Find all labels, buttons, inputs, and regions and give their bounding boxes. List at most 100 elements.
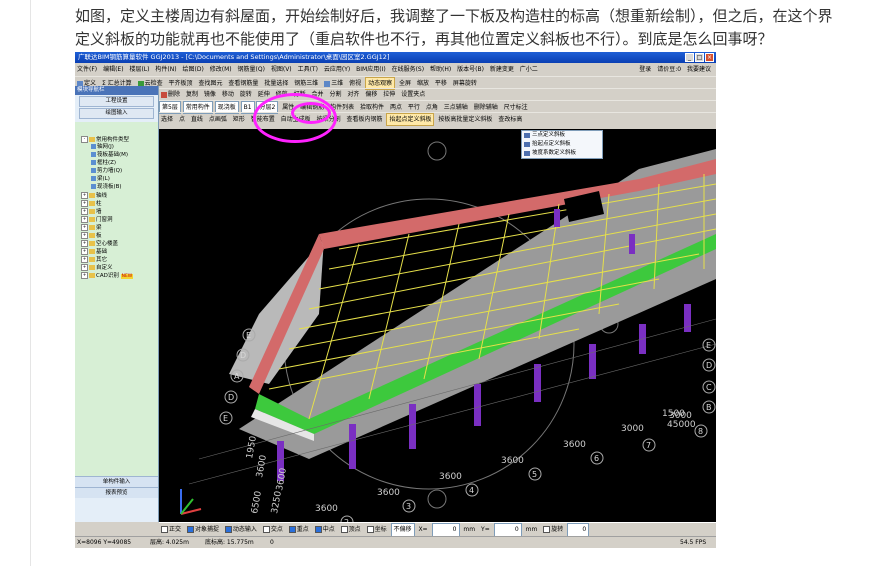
tree-foundation[interactable]: + 基础 bbox=[81, 248, 107, 256]
y-input[interactable]: 0 bbox=[493, 523, 522, 537]
tree-walls[interactable]: + 墙 bbox=[81, 208, 102, 216]
menu-modify[interactable]: 修改(M) bbox=[208, 64, 234, 75]
tb-mirror[interactable]: 镜像 bbox=[202, 89, 218, 100]
window-titlebar: 广联达BIM钢筋算量软件 GGJ2013 - [C:\Documents and… bbox=[75, 52, 716, 63]
menu-version[interactable]: 版本号(B) bbox=[455, 64, 486, 75]
menu-assistant[interactable]: 广小二 bbox=[518, 64, 540, 75]
close-button[interactable]: × bbox=[705, 53, 714, 62]
tree-hollow-floor[interactable]: + 空心楼盖 bbox=[81, 240, 118, 248]
snap-dynamic-input[interactable]: 动态输入 bbox=[223, 524, 259, 536]
minimize-button[interactable]: _ bbox=[685, 53, 694, 62]
menu-right: 登录 请价豆:0 我要建议 bbox=[637, 64, 713, 75]
new-badge: NEW bbox=[120, 274, 134, 279]
axis-label: 5 bbox=[532, 470, 537, 479]
tb-move[interactable]: 移动 bbox=[220, 89, 236, 100]
tb-copy[interactable]: 复制 bbox=[184, 89, 200, 100]
x-input[interactable]: 0 bbox=[431, 523, 460, 537]
menu-cloud[interactable]: 云应用(Y) bbox=[322, 64, 352, 75]
axis-gizmo bbox=[180, 489, 202, 515]
menu-component[interactable]: 构件(N) bbox=[153, 64, 178, 75]
feedback-link[interactable]: 我要建议 bbox=[685, 64, 713, 75]
tree-shear-wall[interactable]: 剪力墙(Q) bbox=[91, 168, 122, 175]
tb-delete[interactable]: 删除 bbox=[159, 89, 182, 100]
tb-line[interactable]: 直线 bbox=[189, 114, 205, 125]
dim-label: 1950 bbox=[245, 435, 259, 460]
tb-view-slab-rebar[interactable]: 查看板内钢筋 bbox=[345, 114, 385, 125]
menu-online[interactable]: 在线服务(S) bbox=[390, 64, 427, 75]
tree-grid[interactable]: 轴网(J) bbox=[91, 144, 114, 151]
tree-raft[interactable]: 筏板基础(M) bbox=[91, 152, 128, 159]
menu-floor[interactable]: 楼层(L) bbox=[127, 64, 151, 75]
menu-help[interactable]: 帮助(H) bbox=[428, 64, 453, 75]
tb-grip[interactable]: 设置夹点 bbox=[399, 89, 427, 100]
nav-report-preview[interactable]: 报表预览 bbox=[75, 487, 158, 498]
menu-bar: 文件(F) 编辑(E) 楼层(L) 构件(N) 绘图(D) 修改(M) 钢筋量(… bbox=[75, 64, 716, 75]
tree-beams[interactable]: + 梁 bbox=[81, 224, 102, 232]
maximize-button[interactable]: □ bbox=[695, 53, 704, 62]
question-text: 如图，定义主楼周边有斜屋面，开始绘制好后，我调整了一下板及构造柱的标高（想重新绘… bbox=[75, 5, 888, 51]
folder-icon bbox=[89, 225, 95, 230]
tb-define-sloped-slab[interactable]: 抬起点定义斜板 bbox=[386, 113, 435, 126]
tree-columns[interactable]: + 柱 bbox=[81, 200, 102, 208]
sloped-slab-menu: 三点定义斜板 抬起点定义斜板 坡度系数定义斜板 bbox=[521, 130, 603, 159]
tb-point[interactable]: 点 bbox=[177, 114, 187, 125]
menu-three-point-slope[interactable]: 三点定义斜板 bbox=[522, 131, 602, 140]
snap-vertex[interactable]: 顶点 bbox=[339, 524, 363, 536]
tree-axis[interactable]: + 轴线 bbox=[81, 192, 107, 200]
menu-view[interactable]: 视图(V) bbox=[269, 64, 294, 75]
snap-intersection[interactable]: 交点 bbox=[261, 524, 285, 536]
menu-bim[interactable]: BIM应用(I) bbox=[354, 64, 388, 75]
menu-file[interactable]: 文件(F) bbox=[75, 64, 99, 75]
tb-select[interactable]: 选择 bbox=[159, 114, 175, 125]
axis-label: D bbox=[240, 351, 246, 360]
orbit-handle-bottom bbox=[427, 489, 447, 509]
snap-object[interactable]: 对象捕捉 bbox=[185, 524, 221, 536]
tree-openings[interactable]: + 门窗洞 bbox=[81, 216, 113, 224]
tb-split[interactable]: 分割 bbox=[327, 89, 343, 100]
tb-align[interactable]: 对齐 bbox=[345, 89, 361, 100]
nav-single-input[interactable]: 单构件输入 bbox=[75, 476, 158, 487]
tb-stretch[interactable]: 拉伸 bbox=[381, 89, 397, 100]
rotate-input[interactable]: 0 bbox=[567, 523, 590, 537]
tree-common-types[interactable]: - 常用构件类型 bbox=[81, 136, 129, 144]
tree-slab[interactable]: 现浇板(B) bbox=[91, 184, 122, 191]
x-label: X= bbox=[418, 526, 428, 533]
tb-offset[interactable]: 偏移 bbox=[363, 89, 379, 100]
rotate-toggle[interactable]: 旋转 bbox=[541, 524, 565, 536]
snap-midpoint[interactable]: 中点 bbox=[313, 524, 337, 536]
orbit-handle-top bbox=[427, 141, 447, 161]
offset-select[interactable]: 不偏移 bbox=[390, 523, 415, 537]
menu-draw[interactable]: 绘图(D) bbox=[181, 64, 206, 75]
tree-other[interactable]: + 其它 bbox=[81, 256, 107, 264]
axis-label: E bbox=[706, 341, 711, 350]
checkbox-icon bbox=[543, 526, 551, 533]
menu-tools[interactable]: 工具(T) bbox=[296, 64, 320, 75]
nav-project-settings[interactable]: 工程设置 bbox=[79, 96, 154, 107]
snap-ortho[interactable]: 正交 bbox=[159, 524, 183, 536]
app-screenshot: 广联达BIM钢筋算量软件 GGJ2013 - [C:\Documents and… bbox=[75, 52, 716, 548]
menu-edit[interactable]: 编辑(E) bbox=[101, 64, 125, 75]
tree-custom[interactable]: + 自定义 bbox=[81, 264, 113, 272]
tree-beam[interactable]: 梁(L) bbox=[91, 176, 110, 183]
tb-arc[interactable]: 点画弧 bbox=[207, 114, 229, 125]
snap-coordinate[interactable]: 坐标 bbox=[365, 524, 389, 536]
tb-batch-sloped-slab[interactable]: 按板高批量定义斜板 bbox=[436, 114, 494, 125]
tree-column[interactable]: 框柱(Z) bbox=[91, 160, 116, 167]
tb-rect[interactable]: 矩形 bbox=[231, 114, 247, 125]
snap-endpoint[interactable]: 重点 bbox=[287, 524, 311, 536]
delete-icon bbox=[161, 91, 167, 98]
menu-new-change[interactable]: 新建变更 bbox=[488, 64, 516, 75]
dim-label: 3600 bbox=[255, 454, 269, 479]
menu-rebar[interactable]: 钢筋量(Q) bbox=[236, 64, 267, 75]
3d-viewport[interactable]: 3600 3600 3600 3600 3600 3000 3000 1500 … bbox=[159, 129, 716, 522]
tree-slabs[interactable]: + 板 bbox=[81, 232, 102, 240]
tree-cad-recognition[interactable]: + CAD识别 NEW bbox=[81, 272, 134, 280]
grid-icon bbox=[91, 144, 96, 149]
tb-edit-elevation[interactable]: 查改标高 bbox=[496, 114, 524, 125]
dim-label: 3600 bbox=[315, 504, 338, 514]
nav-drawing-input[interactable]: 绘图输入 bbox=[79, 108, 154, 119]
login-link[interactable]: 登录 bbox=[637, 64, 653, 75]
menu-raise-point-slope[interactable]: 抬起点定义斜板 bbox=[522, 140, 602, 149]
tb-rotate2[interactable]: 旋转 bbox=[238, 89, 254, 100]
menu-slope-factor[interactable]: 坡度系数定义斜板 bbox=[522, 149, 602, 158]
